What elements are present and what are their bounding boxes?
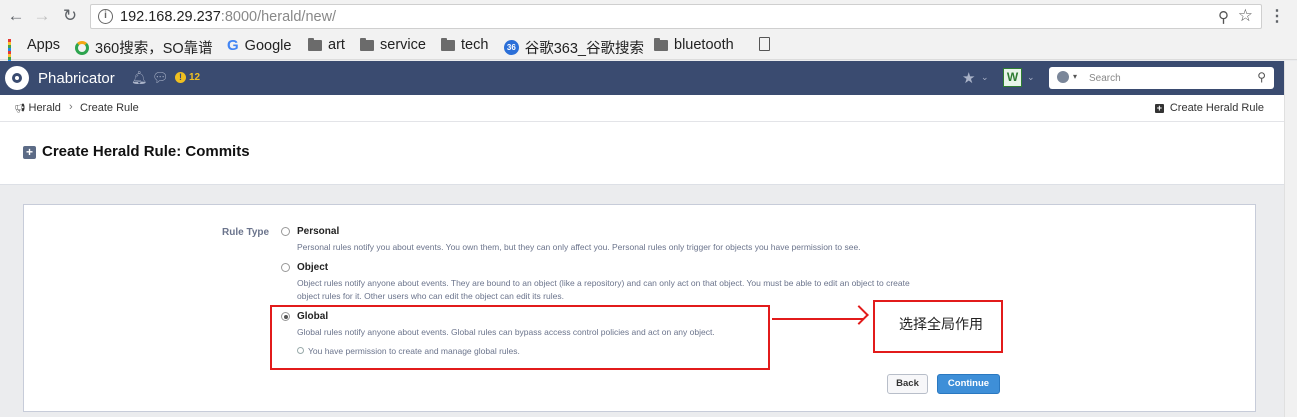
scrollbar[interactable] <box>1284 61 1297 417</box>
app-header: Phabricator 🔔︎ 💬︎ ! 12 ★ ⌄ W ⌄ ▾ ⚲ <box>0 61 1297 95</box>
bookmark-label: bluetooth <box>674 37 734 53</box>
bookmark-google[interactable]: G Google <box>227 37 291 54</box>
bookmark-folder-bluetooth[interactable]: bluetooth <box>654 37 734 53</box>
chevron-down-icon[interactable]: ⌄ <box>1027 72 1035 83</box>
bell-icon[interactable]: 🔔︎ <box>131 70 148 86</box>
url-path: :8000/herald/new/ <box>220 9 337 25</box>
page-header: + Create Herald Rule: Commits <box>0 122 1284 185</box>
option-object-title[interactable]: Object <box>297 262 328 273</box>
notification-count[interactable]: 12 <box>189 72 200 83</box>
bookmark-label: 360搜索，SO靠谱 <box>95 41 213 57</box>
globe-icon[interactable] <box>1057 71 1069 83</box>
apps-grid-icon <box>8 38 21 66</box>
chevron-down-icon[interactable]: ▾ <box>1073 72 1077 81</box>
annotation-arrow-line <box>772 318 864 320</box>
chevron-right-icon: › <box>69 101 73 113</box>
megaphone-icon: 📢︎ <box>14 103 26 113</box>
chevron-down-icon[interactable]: ⌄ <box>981 72 989 83</box>
folder-icon <box>308 37 322 51</box>
annotation-note-text: 选择全局作用 <box>899 316 983 332</box>
warning-icon[interactable]: ! <box>175 72 186 83</box>
bookmark-apps[interactable]: Apps <box>8 37 61 66</box>
address-bar[interactable]: i 192.168.29.237:8000/herald/new/ ⚲ ☆ <box>90 4 1262 29</box>
favorites-star-icon[interactable]: ★ <box>962 69 975 87</box>
annotation-note-box: 选择全局作用 <box>873 300 1003 353</box>
folder-icon <box>441 37 455 51</box>
search-icon[interactable]: ⚲ <box>1257 70 1266 84</box>
bookmark-guge363[interactable]: 36 谷歌363_谷歌搜索 <box>504 37 644 58</box>
bookmark-folder-service[interactable]: service <box>360 37 426 53</box>
bookmark-label: tech <box>461 37 489 53</box>
plus-icon: + <box>1154 102 1164 113</box>
bookmark-label: Google <box>244 37 292 54</box>
breadcrumb: 📢︎ Herald › Create Rule + Create Herald R… <box>0 95 1297 122</box>
page-title: Create Herald Rule: Commits <box>42 143 250 160</box>
radio-object[interactable] <box>281 263 290 272</box>
action-label: Create Herald Rule <box>1169 102 1264 114</box>
folder-icon <box>360 37 374 51</box>
option-personal-desc: Personal rules notify you about events. … <box>297 242 861 252</box>
bookmark-label: art <box>328 37 345 53</box>
bookmark-folder-art[interactable]: art <box>308 37 345 53</box>
bookmark-page[interactable] <box>759 37 776 51</box>
create-herald-rule-link[interactable]: + Create Herald Rule <box>1154 102 1264 114</box>
back-button[interactable]: Back <box>887 374 928 394</box>
bookmark-360[interactable]: 360搜索，SO靠谱 <box>75 37 220 58</box>
bookmark-star-icon[interactable]: ☆ <box>1238 6 1253 26</box>
url-host: 192.168.29.237 <box>120 9 221 25</box>
360-logo-icon <box>75 40 89 55</box>
app-name[interactable]: Phabricator <box>38 70 115 87</box>
folder-icon <box>654 37 668 51</box>
breadcrumb-create-rule: Create Rule <box>80 102 139 114</box>
zoom-icon[interactable]: ⚲ <box>1218 8 1229 26</box>
page-icon <box>759 37 770 51</box>
breadcrumb-herald[interactable]: 📢︎ Herald <box>14 102 61 114</box>
search-input[interactable] <box>1089 69 1249 87</box>
google-icon: G <box>227 37 239 54</box>
browser-menu-icon[interactable]: ⋮ <box>1269 6 1285 26</box>
rule-type-label: Rule Type <box>222 227 270 238</box>
annotation-highlight-box <box>270 305 770 370</box>
avatar[interactable]: W <box>1003 68 1022 87</box>
plus-icon: + <box>23 146 36 159</box>
url-text[interactable]: 192.168.29.237:8000/herald/new/ <box>120 9 336 25</box>
bookmark-label: Apps <box>27 37 61 53</box>
bookmark-folder-tech[interactable]: tech <box>441 37 488 53</box>
reload-icon[interactable]: ↻ <box>60 6 80 26</box>
back-arrow-icon[interactable]: ← <box>6 6 26 26</box>
bookmark-label: service <box>380 37 426 53</box>
option-object-desc: Object rules notify anyone about events.… <box>297 278 910 288</box>
chat-icon[interactable]: 💬︎ <box>152 70 169 86</box>
radio-personal[interactable] <box>281 227 290 236</box>
option-personal-title[interactable]: Personal <box>297 226 339 237</box>
continue-button[interactable]: Continue <box>937 374 1000 394</box>
forward-arrow-icon[interactable]: → <box>32 6 52 26</box>
bookmarks-bar: Apps 360搜索，SO靠谱 G Google art service tec… <box>0 33 1297 66</box>
breadcrumb-label: Herald <box>28 102 61 114</box>
site-360-icon: 36 <box>504 40 519 55</box>
phabricator-logo-icon[interactable] <box>5 66 29 90</box>
bookmark-label: 谷歌363_谷歌搜索 <box>524 41 644 57</box>
option-object-desc-2: object rules for it. Other users who can… <box>297 291 564 301</box>
site-info-icon[interactable]: i <box>98 9 113 24</box>
search-box[interactable]: ▾ ⚲ <box>1049 67 1274 89</box>
browser-toolbar: ← → ↻ i 192.168.29.237:8000/herald/new/ … <box>0 0 1297 33</box>
